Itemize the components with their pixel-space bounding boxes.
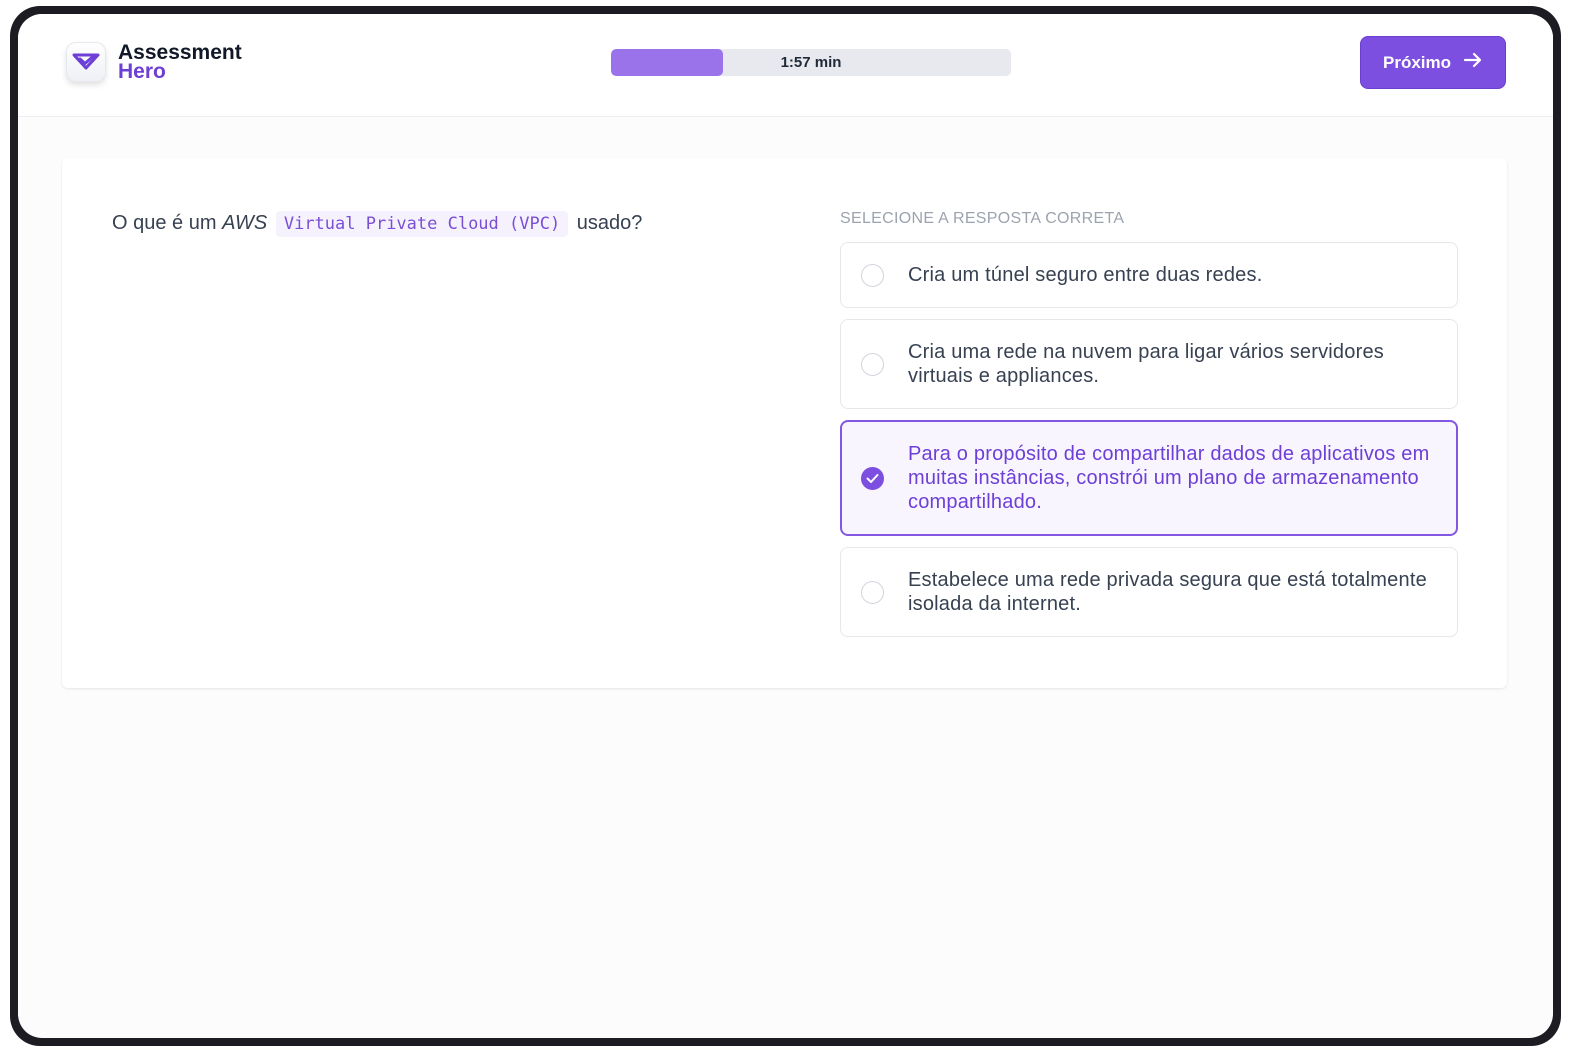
logo-icon xyxy=(66,42,106,82)
next-button-label: Próximo xyxy=(1382,52,1452,72)
radio-button[interactable] xyxy=(861,352,884,376)
top-bar: Assessment Hero 1:57 min Próximo xyxy=(18,14,1553,117)
answer-option-text: Estabelece uma rede privada segura que e… xyxy=(908,569,1427,615)
timer-progress-bar: 1:57 min xyxy=(611,49,1011,76)
answer-option-3[interactable]: Para o propósito de compartilhar dados d… xyxy=(840,420,1458,536)
question-prefix: O que é um xyxy=(112,212,217,234)
logo-text-line2: Hero xyxy=(118,60,166,83)
answer-option-text: Cria um túnel seguro entre duas redes. xyxy=(908,264,1263,286)
radio-button[interactable] xyxy=(861,580,884,604)
answer-option-text: Para o propósito de compartilhar dados d… xyxy=(908,443,1430,513)
radio-button[interactable] xyxy=(861,263,884,287)
app-logo: Assessment Hero xyxy=(66,42,242,82)
question-code: Virtual Private Cloud (VPC) xyxy=(275,211,569,237)
radio-button-checked[interactable] xyxy=(861,466,884,490)
timer-label: 1:57 min xyxy=(780,54,842,71)
logo-wordmark: Assessment Hero xyxy=(118,42,242,83)
app-screen: Assessment Hero 1:57 min Próximo O que é xyxy=(18,14,1553,1038)
answer-option-text: Cria uma rede na nuvem para ligar vários… xyxy=(908,341,1384,387)
answer-option-1[interactable]: Cria um túnel seguro entre duas redes. xyxy=(840,242,1458,308)
next-button[interactable]: Próximo xyxy=(1360,36,1506,89)
arrow-right-icon xyxy=(1463,51,1483,74)
answer-option-4[interactable]: Estabelece uma rede privada segura que e… xyxy=(840,547,1458,637)
check-icon xyxy=(866,473,879,483)
answer-option-2[interactable]: Cria uma rede na nuvem para ligar vários… xyxy=(840,319,1458,409)
question-emphasis: AWS xyxy=(222,212,268,234)
device-frame: Assessment Hero 1:57 min Próximo O que é xyxy=(10,6,1561,1046)
answers-heading: SELECIONE A RESPOSTA CORRETA xyxy=(840,210,1125,227)
question-card: O que é um AWS Virtual Private Cloud (VP… xyxy=(62,158,1507,688)
question-text: O que é um AWS Virtual Private Cloud (VP… xyxy=(112,208,752,239)
answer-section: SELECIONE A RESPOSTA CORRETA Cria um tún… xyxy=(840,208,1458,648)
question-suffix: usado? xyxy=(576,212,643,234)
